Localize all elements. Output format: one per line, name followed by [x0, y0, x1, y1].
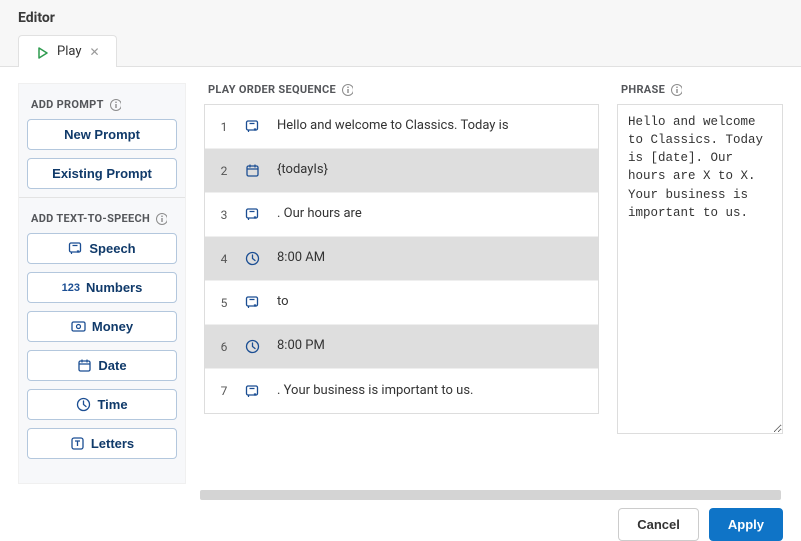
add-prompt-heading: ADD PROMPT — [27, 84, 177, 119]
sequence-row[interactable]: 6 8:00 PM — [205, 325, 598, 369]
phrase-textarea[interactable] — [617, 104, 783, 434]
time-icon — [245, 251, 263, 266]
editor-header: Editor Play ✕ — [0, 0, 801, 67]
add-tts-heading-text: ADD TEXT-TO-SPEECH — [31, 212, 150, 225]
info-icon[interactable] — [155, 213, 167, 225]
speech-icon — [245, 295, 263, 310]
add-prompt-heading-text: ADD PROMPT — [31, 98, 104, 111]
page-title: Editor — [0, 0, 801, 26]
cancel-button[interactable]: Cancel — [618, 508, 699, 541]
info-icon[interactable] — [109, 99, 121, 111]
sequence-number: 5 — [217, 296, 231, 310]
sequence-number: 7 — [217, 384, 231, 398]
money-icon — [71, 319, 86, 334]
horizontal-scrollbar[interactable] — [200, 490, 781, 500]
close-icon[interactable]: ✕ — [90, 45, 100, 59]
numbers-button[interactable]: 123 Numbers — [27, 272, 177, 303]
speech-button[interactable]: Speech — [27, 233, 177, 264]
sequence-row[interactable]: 7 . Your business is important to us. — [205, 369, 598, 413]
sequence-number: 6 — [217, 340, 231, 354]
footer: Cancel Apply — [0, 500, 801, 541]
date-icon — [245, 163, 263, 178]
sequence-text: 8:00 AM — [277, 250, 586, 267]
sequence-number: 3 — [217, 208, 231, 222]
existing-prompt-label: Existing Prompt — [52, 166, 152, 181]
time-icon — [245, 339, 263, 354]
letters-label: Letters — [91, 436, 134, 451]
sequence-row[interactable]: 4 8:00 AM — [205, 237, 598, 281]
tabs: Play ✕ — [18, 34, 801, 66]
sequence-list: 1 Hello and welcome to Classics. Today is… — [204, 104, 599, 414]
new-prompt-button[interactable]: New Prompt — [27, 119, 177, 150]
sequence-text: to — [277, 294, 586, 311]
sequence-row[interactable]: 2 {todayIs} — [205, 149, 598, 193]
new-prompt-label: New Prompt — [64, 127, 140, 142]
sequence-text: Hello and welcome to Classics. Today is — [277, 118, 586, 135]
sequence-number: 1 — [217, 120, 231, 134]
tab-play[interactable]: Play ✕ — [18, 35, 117, 67]
left-panel: ADD PROMPT New Prompt Existing Prompt AD… — [18, 83, 186, 484]
money-label: Money — [92, 319, 133, 334]
time-button[interactable]: Time — [27, 389, 177, 420]
sequence-heading: PLAY ORDER SEQUENCE — [204, 83, 599, 104]
sequence-text: . Our hours are — [277, 206, 586, 223]
info-icon[interactable] — [670, 84, 682, 96]
letters-button[interactable]: Letters — [27, 428, 177, 459]
info-icon[interactable] — [341, 84, 353, 96]
phrase-heading-text: PHRASE — [621, 83, 665, 96]
sequence-row[interactable]: 1 Hello and welcome to Classics. Today is — [205, 105, 598, 149]
speech-icon — [245, 384, 263, 399]
apply-button[interactable]: Apply — [709, 508, 783, 541]
phrase-heading: PHRASE — [617, 83, 783, 104]
numbers-label: Numbers — [86, 280, 142, 295]
sequence-text: . Your business is important to us. — [277, 383, 586, 400]
play-icon — [35, 45, 49, 59]
sequence-number: 2 — [217, 164, 231, 178]
existing-prompt-button[interactable]: Existing Prompt — [27, 158, 177, 189]
time-label: Time — [97, 397, 127, 412]
sequence-row[interactable]: 5 to — [205, 281, 598, 325]
date-button[interactable]: Date — [27, 350, 177, 381]
sequence-text: 8:00 PM — [277, 338, 586, 355]
date-label: Date — [98, 358, 126, 373]
sequence-text: {todayIs} — [277, 162, 586, 179]
sequence-number: 4 — [217, 252, 231, 266]
tab-label: Play — [57, 44, 82, 59]
center-panel: PLAY ORDER SEQUENCE 1 Hello and welcome t… — [204, 83, 599, 484]
numbers-icon: 123 — [62, 282, 80, 294]
money-button[interactable]: Money — [27, 311, 177, 342]
sequence-heading-text: PLAY ORDER SEQUENCE — [208, 83, 336, 96]
sequence-row[interactable]: 3 . Our hours are — [205, 193, 598, 237]
speech-icon — [245, 207, 263, 222]
speech-label: Speech — [89, 241, 135, 256]
date-icon — [77, 358, 92, 373]
letters-icon — [70, 436, 85, 451]
time-icon — [76, 397, 91, 412]
right-panel: PHRASE — [617, 83, 783, 484]
add-tts-heading: ADD TEXT-TO-SPEECH — [27, 198, 177, 233]
speech-icon — [245, 119, 263, 134]
speech-icon — [68, 241, 83, 256]
workspace: ADD PROMPT New Prompt Existing Prompt AD… — [0, 67, 801, 488]
